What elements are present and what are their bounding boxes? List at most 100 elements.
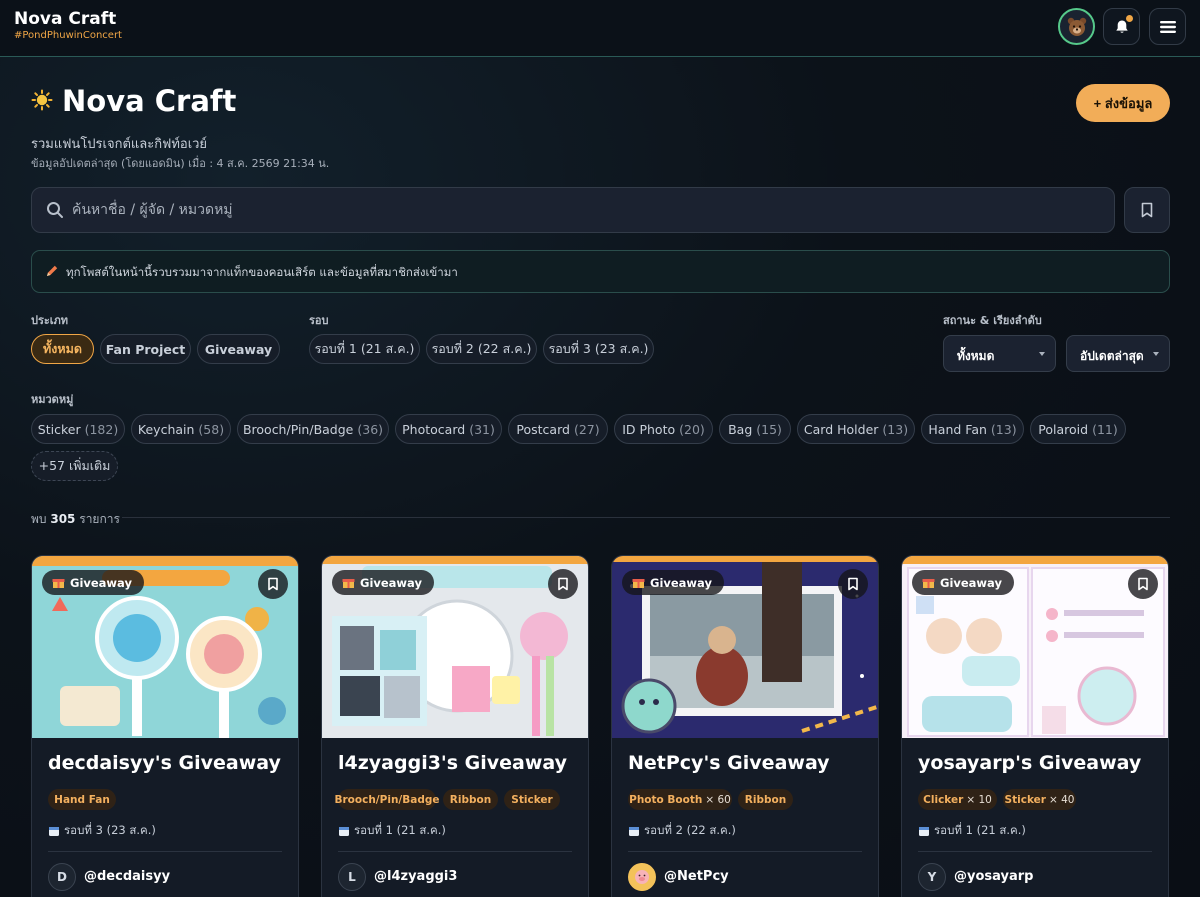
gift-icon — [342, 579, 355, 588]
type-badge-label: Giveaway — [360, 575, 422, 590]
organizer-handle[interactable]: @NetPcy — [664, 869, 729, 884]
round-filter-label: รอบ — [309, 314, 329, 327]
round-info: รอบที่ 3 (23 ส.ค.) — [48, 822, 156, 840]
category-chip[interactable]: Photocard (31) — [395, 414, 502, 444]
result-suffix: รายการ — [79, 512, 120, 526]
item-tag: Brooch/Pin/Badge — [335, 789, 440, 810]
category-count: (13) — [990, 421, 1017, 437]
card-title[interactable]: l4zyaggi3's Giveaway — [338, 752, 567, 774]
category-count: (36) — [357, 421, 384, 437]
more-categories-button[interactable]: +57 เพิ่มเติม — [31, 451, 118, 481]
tag-name: Brooch/Pin/Badge — [334, 793, 440, 806]
bear-icon — [1067, 17, 1086, 36]
calendar-icon — [339, 827, 349, 836]
type-chip-giveaway[interactable]: Giveaway — [197, 334, 280, 364]
gift-icon — [632, 579, 645, 588]
type-badge-label: Giveaway — [650, 575, 712, 590]
item-tag: Sticker × 40 — [1003, 789, 1076, 810]
calendar-icon — [919, 827, 929, 836]
card-title[interactable]: yosayarp's Giveaway — [918, 752, 1141, 774]
sort-select[interactable]: อัปเดตล่าสุด — [1066, 335, 1170, 372]
item-tag: Hand Fan — [48, 789, 116, 810]
bookmark-button[interactable] — [258, 569, 288, 599]
tag-name: Ribbon — [449, 793, 492, 806]
category-count: (20) — [679, 421, 705, 437]
divider — [122, 517, 1170, 518]
bookmark-icon — [1141, 202, 1153, 218]
card-title[interactable]: decdaisyy's Giveaway — [48, 752, 281, 774]
organizer-handle[interactable]: @decdaisyy — [84, 869, 170, 884]
round-chip-3[interactable]: รอบที่ 3 (23 ส.ค.) — [543, 334, 654, 364]
giveaway-card[interactable]: Giveaway l4zyaggi3's Giveaway Brooch/Pin… — [321, 555, 589, 897]
category-name: Bag — [728, 421, 753, 437]
status-sort-label: สถานะ & เรียงลำดับ — [943, 314, 1042, 327]
menu-button[interactable] — [1149, 8, 1186, 45]
brand-title[interactable]: Nova Craft — [14, 9, 116, 29]
category-name: Card Holder — [803, 421, 879, 437]
giveaway-card[interactable]: Giveaway NetPcy's Giveaway Photo Booth × … — [611, 555, 879, 897]
bookmark-icon — [1138, 577, 1148, 591]
round-info: รอบที่ 2 (22 ส.ค.) — [628, 822, 736, 840]
item-tag: Photo Booth × 60 — [628, 789, 732, 810]
round-chip-1[interactable]: รอบที่ 1 (21 ส.ค.) — [309, 334, 420, 364]
brand-hashtag[interactable]: #PondPhuwinConcert — [14, 30, 122, 41]
bookmark-button[interactable] — [548, 569, 578, 599]
category-chip[interactable]: Brooch/Pin/Badge (36) — [237, 414, 389, 444]
category-count: (11) — [1092, 421, 1118, 437]
category-chip[interactable]: Card Holder (13) — [797, 414, 915, 444]
category-chip[interactable]: Bag (15) — [719, 414, 791, 444]
notifications-button[interactable] — [1103, 8, 1140, 45]
status-select[interactable]: ทั้งหมด — [943, 335, 1056, 372]
card-title[interactable]: NetPcy's Giveaway — [628, 752, 830, 774]
search-input[interactable] — [72, 188, 1092, 232]
tag-quantity: × 40 — [1048, 793, 1075, 806]
category-chip[interactable]: Postcard (27) — [508, 414, 608, 444]
result-count: พบ 305 รายการ — [31, 510, 120, 529]
organizer-avatar: L — [338, 863, 366, 891]
round-info: รอบที่ 1 (21 ส.ค.) — [918, 822, 1026, 840]
type-chip-all[interactable]: ทั้งหมด — [31, 334, 94, 364]
menu-icon — [1159, 20, 1176, 33]
pencil-icon — [47, 265, 58, 276]
bookmark-button[interactable] — [1128, 569, 1158, 599]
divider — [628, 851, 862, 852]
organizer-handle[interactable]: @l4zyaggi3 — [374, 869, 457, 884]
bookmark-button[interactable] — [838, 569, 868, 599]
category-count: (13) — [882, 421, 909, 437]
category-name: Hand Fan — [928, 421, 987, 437]
item-tag: Sticker — [504, 789, 560, 810]
category-chip[interactable]: Hand Fan (13) — [921, 414, 1024, 444]
organizer-handle[interactable]: @yosayarp — [954, 869, 1033, 884]
item-tag: Clicker × 10 — [918, 789, 997, 810]
type-chip-fan-project[interactable]: Fan Project — [100, 334, 191, 364]
divider — [48, 851, 282, 852]
calendar-icon — [629, 827, 639, 836]
round-text: รอบที่ 2 (22 ส.ค.) — [644, 823, 736, 837]
last-updated-text: ข้อมูลอัปเดตล่าสุด (โดยแอดมิน) เมื่อ : 4… — [31, 157, 330, 170]
divider — [338, 851, 572, 852]
giveaway-card[interactable]: Giveaway yosayarp's Giveaway Clicker × 10… — [901, 555, 1169, 897]
saved-filter-button[interactable] — [1124, 187, 1170, 233]
type-badge: Giveaway — [42, 570, 144, 595]
category-name: Keychain — [137, 421, 195, 437]
category-chip[interactable]: Polaroid (11) — [1030, 414, 1126, 444]
category-name: Postcard — [516, 421, 570, 437]
category-name: Sticker — [37, 421, 81, 437]
category-chip[interactable]: Sticker (182) — [31, 414, 125, 444]
giveaway-card[interactable]: Giveaway decdaisyy's Giveaway Hand Fan ร… — [31, 555, 299, 897]
type-badge: Giveaway — [912, 570, 1014, 595]
tag-name: Photo Booth — [629, 793, 703, 806]
tag-name: Clicker — [923, 793, 964, 806]
category-count: (182) — [84, 421, 119, 437]
submit-data-button[interactable]: + ส่งข้อมูล — [1076, 84, 1170, 122]
tag-quantity: × 60 — [705, 793, 731, 806]
bookmark-icon — [558, 577, 568, 591]
search-box[interactable] — [31, 187, 1115, 233]
round-chip-2[interactable]: รอบที่ 2 (22 ส.ค.) — [426, 334, 537, 364]
user-avatar-button[interactable] — [1058, 8, 1095, 45]
bookmark-icon — [848, 577, 858, 591]
category-chip[interactable]: ID Photo (20) — [614, 414, 713, 444]
gift-icon — [52, 579, 65, 588]
category-chip[interactable]: Keychain (58) — [131, 414, 231, 444]
search-icon — [47, 202, 63, 218]
